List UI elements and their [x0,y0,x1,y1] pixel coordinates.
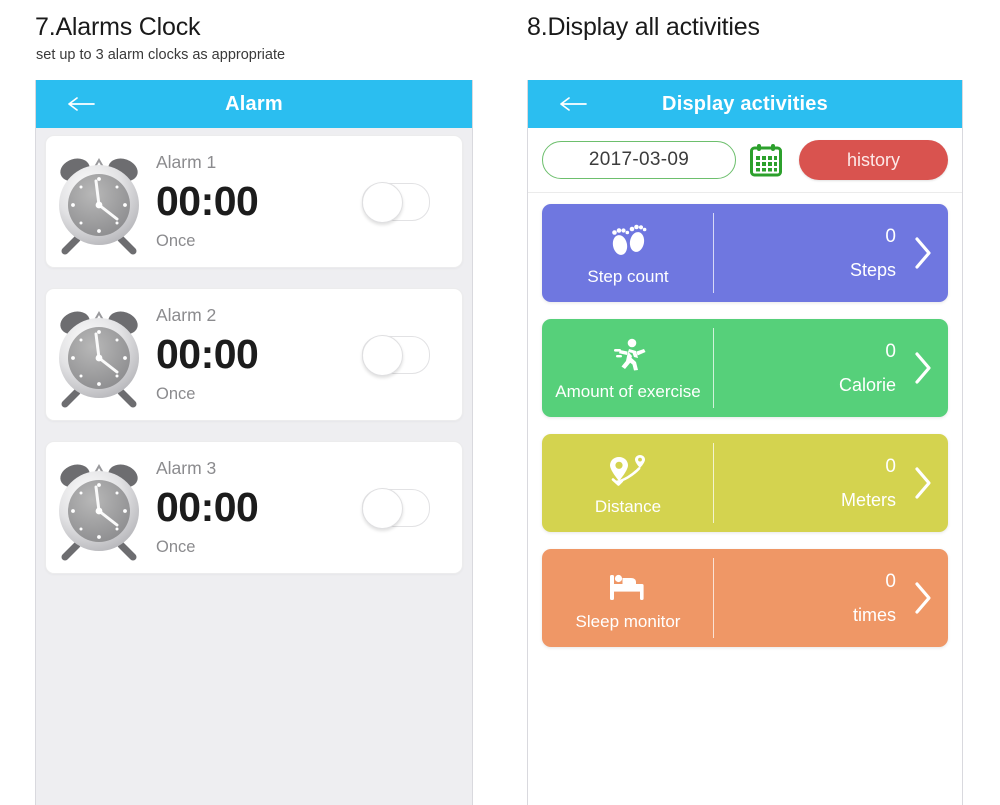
alarm-text-block: Alarm 2 00:00 Once [156,305,362,403]
activities-appbar-title: Display activities [662,92,828,115]
activity-unit: times [852,605,896,625]
alarm-card[interactable]: Alarm 2 00:00 Once [45,288,463,421]
alarm-name: Alarm 3 [156,458,217,478]
chevron-right-icon[interactable] [910,348,936,388]
activity-left-block: Step count [542,204,714,302]
alarm-text-block: Alarm 3 00:00 Once [156,458,362,556]
activity-right-block: 0 times [714,549,948,647]
activity-unit: Meters [840,490,896,510]
activity-label: Amount of exercise [555,382,701,401]
activity-unit: Calorie [838,375,896,395]
activity-card-step-count[interactable]: Step count 0 Steps [542,204,948,302]
activity-right-block: 0 Meters [714,434,948,532]
activities-screen-panel: Display activities 2017-03-09 history St… [527,80,963,805]
activity-card-distance[interactable]: Distance 0 Meters [542,434,948,532]
activity-value: 0 [885,226,896,247]
alarm-name: Alarm 2 [156,305,217,325]
alarm-name: Alarm 1 [156,152,217,172]
activity-unit: Steps [849,260,896,280]
date-input[interactable]: 2017-03-09 [542,141,736,179]
alarm-toggle[interactable] [362,334,430,376]
activity-list: Step count 0 Steps Amount of exercise 0 … [528,193,962,647]
footprints-icon [612,224,647,255]
alarm-card[interactable]: Alarm 1 00:00 Once [45,135,463,268]
alarm-repeat: Once [156,384,196,403]
section-8-heading: 8.Display all activities [527,13,760,41]
alarm-repeat: Once [156,231,196,250]
bed-icon [610,574,644,600]
alarm-card[interactable]: Alarm 3 00:00 Once [45,441,463,574]
alarm-time[interactable]: 00:00 [156,333,362,375]
alarm-time[interactable]: 00:00 [156,180,362,222]
alarm-clock-icon [59,310,139,407]
alarm-clock-icon [59,463,139,560]
back-arrow-icon[interactable] [558,94,588,114]
activity-left-block: Sleep monitor [542,549,714,647]
activity-card-exercise[interactable]: Amount of exercise 0 Calorie [542,319,948,417]
section-7-heading: 7.Alarms Clock [35,13,201,41]
alarm-repeat: Once [156,537,196,556]
activities-appbar: Display activities [528,80,962,128]
alarm-toggle-knob [362,487,403,529]
alarm-appbar: Alarm [36,80,472,128]
section-7-subheading: set up to 3 alarm clocks as appropriate [36,47,286,63]
alarm-appbar-title: Alarm [225,92,283,115]
alarm-screen-panel: Alarm Alarm 1 00:00 Once Alarm 2 00:00 O… [35,80,473,805]
alarm-clock-icon [59,157,139,254]
alarm-toggle[interactable] [362,487,430,529]
activity-right-block: 0 Calorie [714,319,948,417]
alarm-toggle-knob [362,181,403,223]
map-route-icon [610,455,645,486]
activity-value: 0 [885,571,896,592]
activity-value: 0 [885,456,896,477]
activity-card-sleep-monitor[interactable]: Sleep monitor 0 times [542,549,948,647]
calendar-icon[interactable] [748,142,784,178]
alarm-toggle[interactable] [362,181,430,223]
activity-right-block: 0 Steps [714,204,948,302]
running-icon [614,338,646,371]
history-button[interactable]: history [799,140,948,180]
alarm-time[interactable]: 00:00 [156,486,362,528]
chevron-right-icon[interactable] [910,463,936,503]
activity-label: Step count [587,267,669,286]
chevron-right-icon[interactable] [910,578,936,618]
activity-label: Sleep monitor [575,612,681,631]
date-toolbar: 2017-03-09 history [528,128,962,193]
activity-value: 0 [885,341,896,362]
back-arrow-icon[interactable] [66,94,96,114]
activity-label: Distance [594,497,662,516]
chevron-right-icon[interactable] [910,233,936,273]
screenshot-stage: 7.Alarms Clock set up to 3 alarm clocks … [0,0,1000,805]
alarm-text-block: Alarm 1 00:00 Once [156,152,362,250]
activity-left-block: Distance [542,434,714,532]
alarm-list: Alarm 1 00:00 Once Alarm 2 00:00 Once Al… [36,128,472,574]
activity-left-block: Amount of exercise [542,319,714,417]
alarm-toggle-knob [362,334,403,376]
